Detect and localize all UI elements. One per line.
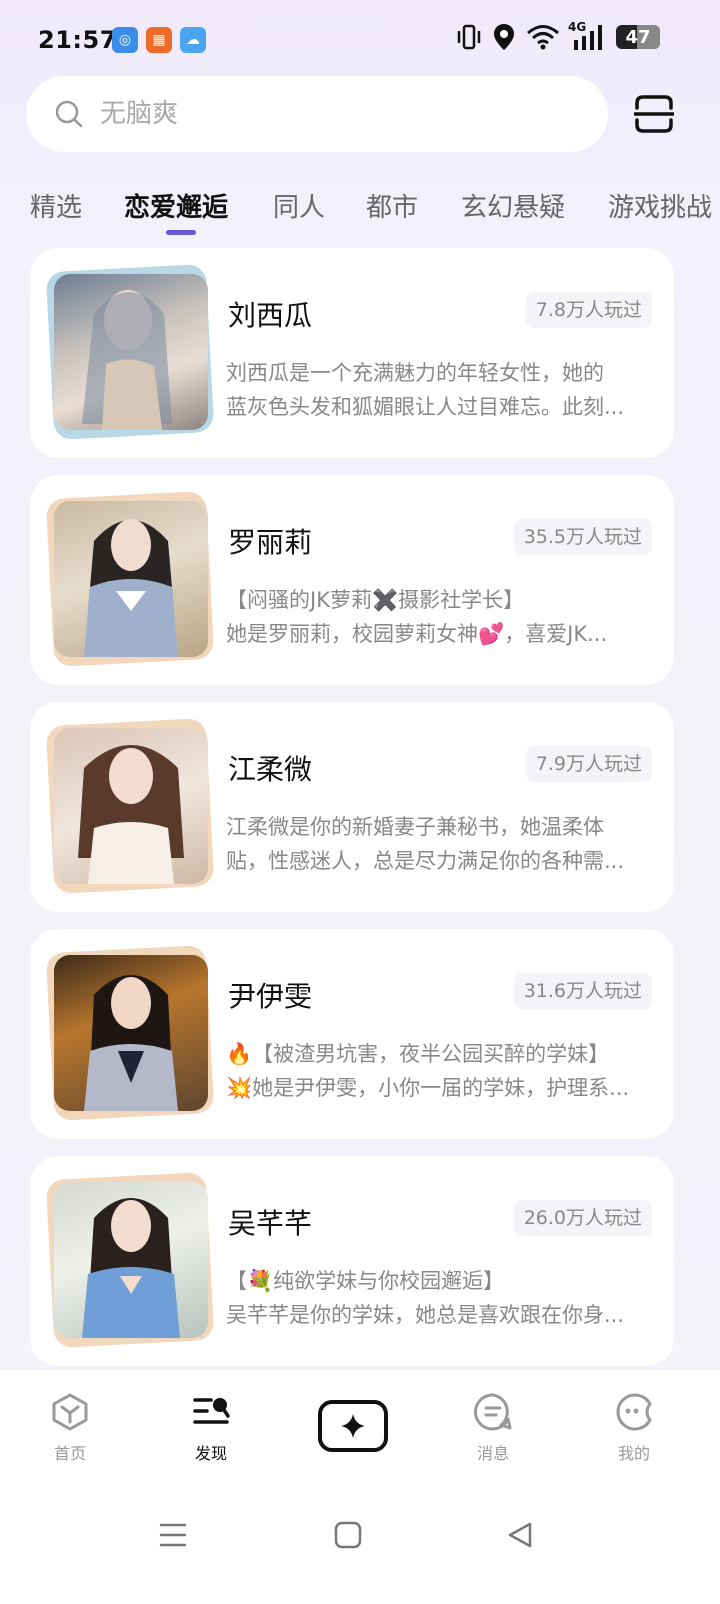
- character-name: 尹伊雯: [228, 980, 313, 1013]
- avatar: [45, 263, 215, 441]
- discover-icon: [193, 1398, 230, 1424]
- weather-icon: ☁: [180, 27, 206, 53]
- character-card[interactable]: 罗丽莉 35.5万人玩过 【闷骚的JK萝莉✖️摄影社学长】 她是罗丽莉，校园萝莉…: [30, 475, 674, 685]
- search-bar[interactable]: [26, 76, 608, 152]
- nav-home-label: 首页: [53, 1444, 86, 1463]
- sparkle-icon: [341, 1414, 365, 1438]
- character-name: 刘西瓜: [228, 299, 313, 332]
- character-name: 江柔微: [228, 753, 313, 786]
- nav-mine-label: 我的: [617, 1444, 650, 1463]
- description-line: 🔥【被渣男坑害，夜半公园买醉的学妹】: [226, 1042, 610, 1066]
- scan-button[interactable]: [634, 94, 674, 134]
- description-line: 贴，性感迷人，总是尽力满足你的各种需...: [226, 849, 625, 873]
- profile-face-icon: [616, 1393, 652, 1431]
- battery-icon: 47: [616, 25, 660, 49]
- nav-discover-label: 发现: [194, 1444, 227, 1463]
- tab-active-indicator: [166, 230, 196, 235]
- character-card[interactable]: 刘西瓜 7.8万人玩过 刘西瓜是一个充满魅力的年轻女性，她的 蓝灰色头发和狐媚眼…: [30, 248, 674, 458]
- play-count-badge: 26.0万人玩过: [513, 1200, 652, 1236]
- tab-romance[interactable]: 恋爱邂逅: [124, 186, 228, 234]
- message-icon: [474, 1393, 512, 1431]
- status-bar: 21:57 ◎ ▦ ☁ 4G 47: [0, 0, 720, 82]
- character-card[interactable]: 尹伊雯 31.6万人玩过 🔥【被渣男坑害，夜半公园买醉的学妹】 💥她是尹伊雯，小…: [30, 929, 674, 1139]
- category-tabs: 精选 恋爱邂逅 同人 都市 玄幻悬疑 游戏挑战: [0, 186, 720, 242]
- tab-featured[interactable]: 精选: [30, 186, 82, 234]
- character-name: 吴芊芊: [228, 1207, 313, 1240]
- character-description: 刘西瓜是一个充满魅力的年轻女性，她的 蓝灰色头发和狐媚眼让人过目难忘。此刻...: [226, 356, 652, 424]
- character-name: 罗丽莉: [228, 526, 313, 559]
- tab-fantasy-mystery[interactable]: 玄幻悬疑: [461, 186, 565, 234]
- battery-level: 47: [625, 26, 651, 48]
- home-square-icon[interactable]: [333, 1520, 363, 1550]
- description-line: 💥她是尹伊雯，小你一届的学妹，护理系...: [226, 1076, 630, 1100]
- nav-messages-label: 消息: [476, 1444, 509, 1463]
- tab-game-challenge[interactable]: 游戏挑战: [608, 186, 712, 234]
- description-line: 她是罗丽莉，校园萝莉女神💕，喜爱JK...: [226, 622, 608, 646]
- play-count-badge: 35.5万人玩过: [513, 519, 652, 555]
- avatar: [45, 1171, 215, 1349]
- create-button[interactable]: [318, 1400, 388, 1452]
- tab-urban[interactable]: 都市: [366, 186, 418, 234]
- description-line: 江柔微是你的新婚妻子兼秘书，她温柔体: [226, 815, 604, 839]
- search-input[interactable]: [100, 99, 540, 129]
- play-count-badge: 31.6万人玩过: [513, 973, 652, 1009]
- grid-app-icon: ▦: [146, 27, 172, 53]
- vibrate-icon: [457, 24, 481, 50]
- character-description: 🔥【被渣男坑害，夜半公园买醉的学妹】 💥她是尹伊雯，小你一届的学妹，护理系...: [226, 1037, 652, 1105]
- character-description: 江柔微是你的新婚妻子兼秘书，她温柔体 贴，性感迷人，总是尽力满足你的各种需...: [226, 810, 652, 878]
- status-time: 21:57: [38, 26, 117, 54]
- system-nav-bar: [0, 1490, 720, 1604]
- play-count-badge: 7.8万人玩过: [525, 292, 652, 328]
- home-icon: [52, 1393, 88, 1431]
- back-icon[interactable]: [505, 1520, 535, 1550]
- app-icon: ◎: [112, 27, 138, 53]
- nav-messages[interactable]: 消息: [453, 1392, 533, 1464]
- nav-home[interactable]: 首页: [30, 1392, 110, 1464]
- menu-icon[interactable]: [158, 1520, 188, 1550]
- search-icon: [55, 100, 83, 128]
- tab-fanfic[interactable]: 同人: [273, 186, 325, 234]
- wifi-icon: [527, 25, 559, 50]
- description-line: 刘西瓜是一个充满魅力的年轻女性，她的: [226, 361, 604, 385]
- character-description: 【闷骚的JK萝莉✖️摄影社学长】 她是罗丽莉，校园萝莉女神💕，喜爱JK...: [226, 583, 652, 651]
- character-description: 【💐纯欲学妹与你校园邂逅】 吴芊芊是你的学妹，她总是喜欢跟在你身...: [226, 1264, 652, 1332]
- avatar: [45, 490, 215, 668]
- description-line: 【💐纯欲学妹与你校园邂逅】: [226, 1269, 505, 1293]
- nav-discover[interactable]: 发现: [171, 1392, 251, 1464]
- notification-icons: ◎ ▦ ☁: [112, 27, 206, 53]
- location-icon: [494, 24, 514, 50]
- bottom-nav: 首页 发现 消息 我的: [0, 1370, 720, 1490]
- avatar: [45, 944, 215, 1122]
- play-count-badge: 7.9万人玩过: [525, 746, 652, 782]
- avatar: [45, 717, 215, 895]
- character-card[interactable]: 江柔微 7.9万人玩过 江柔微是你的新婚妻子兼秘书，她温柔体 贴，性感迷人，总是…: [30, 702, 674, 912]
- nav-mine[interactable]: 我的: [594, 1392, 674, 1464]
- signal-icon: 4G: [568, 20, 606, 52]
- description-line: 吴芊芊是你的学妹，她总是喜欢跟在你身...: [226, 1303, 625, 1327]
- description-line: 蓝灰色头发和狐媚眼让人过目难忘。此刻...: [226, 395, 625, 419]
- character-card[interactable]: 吴芊芊 26.0万人玩过 【💐纯欲学妹与你校园邂逅】 吴芊芊是你的学妹，她总是喜…: [30, 1156, 674, 1366]
- description-line: 【闷骚的JK萝莉✖️摄影社学长】: [226, 588, 525, 612]
- status-indicators: 4G 47: [456, 20, 660, 52]
